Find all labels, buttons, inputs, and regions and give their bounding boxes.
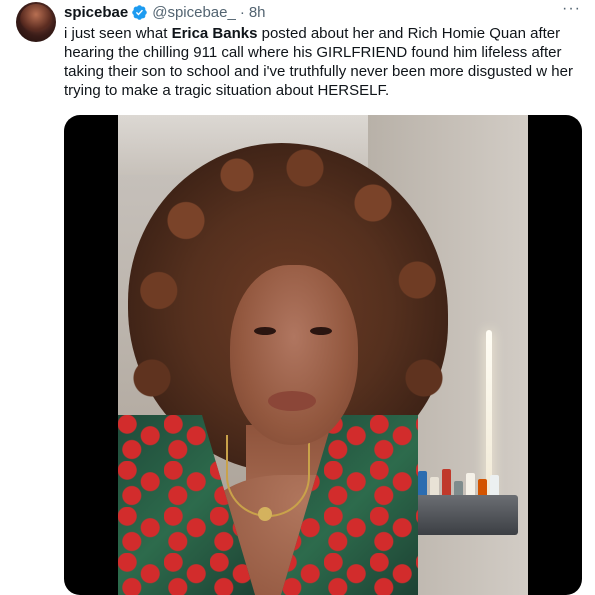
avatar[interactable] (16, 2, 56, 42)
shelf (408, 495, 518, 535)
separator-dot: · (239, 3, 245, 21)
video-frame (118, 115, 528, 595)
display-name[interactable]: spicebae (64, 4, 128, 21)
tweet-text: i just seen what Erica Banks posted abou… (64, 24, 584, 100)
face (230, 265, 358, 445)
left-eye (254, 327, 276, 335)
user-handle[interactable]: @spicebae_ (152, 4, 236, 21)
tweet-text-start: i just seen what (64, 25, 172, 42)
avatar-image (20, 4, 52, 34)
pendant (258, 507, 272, 521)
more-options-icon[interactable]: ··· (562, 0, 581, 18)
lips (268, 391, 316, 411)
verified-badge-icon (131, 4, 148, 21)
tweet-media[interactable] (64, 115, 582, 595)
tweet-header: spicebae @spicebae_ · 8h (64, 2, 583, 22)
right-eye (310, 327, 332, 335)
necklace (226, 435, 310, 517)
timestamp[interactable]: 8h (249, 4, 266, 21)
tweet-text-bold: Erica Banks (171, 25, 258, 42)
